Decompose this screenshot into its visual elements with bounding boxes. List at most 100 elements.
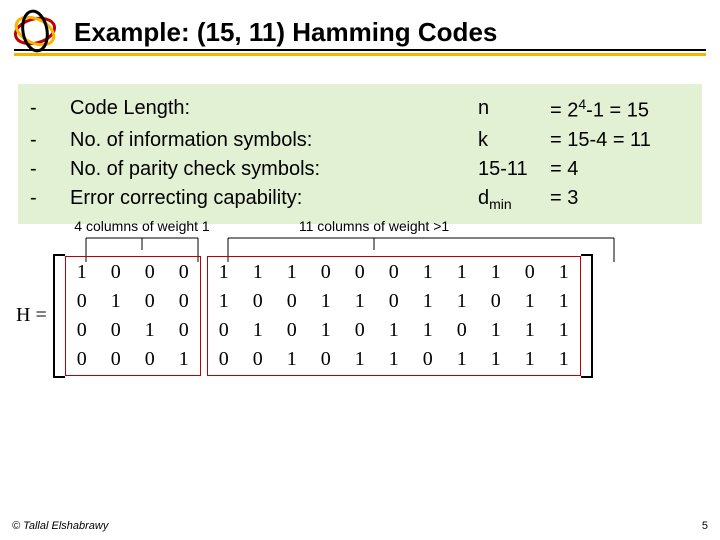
dash: - xyxy=(30,126,70,155)
matrix-cell: 0 xyxy=(287,290,297,313)
matrix-cell: 1 xyxy=(525,319,535,342)
matrix-cell: 1 xyxy=(457,290,467,313)
info-label: No. of parity check symbols: xyxy=(70,155,478,184)
matrix-cell: 0 xyxy=(389,261,399,284)
dash: - xyxy=(30,184,70,214)
matrix-cell: 1 xyxy=(491,261,501,284)
bracket-left-icon xyxy=(53,254,65,378)
matrix-cell: 1 xyxy=(559,348,569,371)
matrix-cell: 0 xyxy=(253,290,263,313)
matrix-column: 1110 xyxy=(414,261,442,371)
matrix-cell: 0 xyxy=(145,348,155,371)
info-label: Error correcting capability: xyxy=(70,184,478,214)
slide: Example: (15, 11) Hamming Codes - Code L… xyxy=(0,0,720,540)
matrix-column: 1 0 0 1 xyxy=(278,261,306,371)
matrix-cell: 0 xyxy=(219,348,229,371)
info-symbol: k xyxy=(478,126,550,155)
slide-title: Example: (15, 11) Hamming Codes xyxy=(74,17,497,48)
info-symbol: 15-11 xyxy=(478,155,550,184)
matrix-group-parity: 1100101010010110010100111110110110110111… xyxy=(207,256,581,376)
matrix-cell: 1 xyxy=(559,261,569,284)
matrix-cell: 1 xyxy=(389,319,399,342)
matrix-cell: 1 xyxy=(355,290,365,313)
info-value: = 4 xyxy=(550,155,690,184)
matrix-cell: 0 xyxy=(219,319,229,342)
info-value: = 15-4 = 11 xyxy=(550,126,690,155)
matrix-cell: 1 xyxy=(77,261,87,284)
matrix-cell: 1 xyxy=(491,319,501,342)
matrix-cell: 1 xyxy=(559,290,569,313)
matrix-cell: 1 xyxy=(389,348,399,371)
info-symbol: dmin xyxy=(478,184,550,214)
matrix-cell: 0 xyxy=(491,290,501,313)
matrix-column: 1 0 1 1 xyxy=(482,261,510,371)
matrix-column: 0 0 1 1 xyxy=(380,261,408,371)
matrix-cell: 1 xyxy=(287,261,297,284)
bracket-right-icon xyxy=(581,254,593,378)
matrix-cell: 1 xyxy=(253,319,263,342)
matrix-cell: 0 xyxy=(179,319,189,342)
info-value: = 24-1 = 15 xyxy=(550,94,690,126)
matrix-cell: 0 xyxy=(145,290,155,313)
matrix-cell: 1 xyxy=(355,348,365,371)
matrix-cell: 0 xyxy=(457,319,467,342)
matrix-cell: 0 xyxy=(253,348,263,371)
matrix-cell: 0 xyxy=(111,261,121,284)
info-row: - Error correcting capability: dmin = 3 xyxy=(30,184,690,214)
matrix-cell: 1 xyxy=(423,261,433,284)
matrix-area: 4 columns of weight 1 11 columns of weig… xyxy=(14,224,706,424)
matrix-cell: 0 xyxy=(321,348,331,371)
dash: - xyxy=(30,94,70,126)
matrix-column: 0 1 0 1 xyxy=(346,261,374,371)
matrix-group-identity: 1000010000100001 xyxy=(65,256,201,376)
info-row: - No. of parity check symbols: 15-11 = 4 xyxy=(30,155,690,184)
matrix-label: H = xyxy=(14,304,53,327)
info-symbol: n xyxy=(478,94,550,126)
matrix-cell: 1 xyxy=(457,348,467,371)
matrix-cell: 1 xyxy=(253,261,263,284)
matrix-cell: 1 xyxy=(145,319,155,342)
matrix: H = 1000010000100001 1100101010010110010… xyxy=(14,254,593,378)
matrix-column: 0 0 0 1 xyxy=(170,261,198,371)
info-label: Code Length: xyxy=(70,94,478,126)
matrix-cell: 1 xyxy=(111,290,121,313)
slide-header: Example: (15, 11) Hamming Codes xyxy=(0,0,720,56)
matrix-column: 0 0 1 0 xyxy=(136,261,164,371)
matrix-cell: 1 xyxy=(457,261,467,284)
matrix-cell: 0 xyxy=(355,261,365,284)
header-divider xyxy=(14,49,706,56)
matrix-cell: 0 xyxy=(179,261,189,284)
matrix-cell: 0 xyxy=(355,319,365,342)
matrix-cell: 0 xyxy=(145,261,155,284)
matrix-cell: 1 xyxy=(491,348,501,371)
matrix-cell: 1 xyxy=(525,290,535,313)
matrix-column: 0 1 0 0 xyxy=(102,261,130,371)
matrix-column: 1000 xyxy=(68,261,96,371)
matrix-cell: 0 xyxy=(321,261,331,284)
matrix-column: 1 0 1 0 xyxy=(244,261,272,371)
logo-icon xyxy=(8,9,62,53)
matrix-cell: 1 xyxy=(525,348,535,371)
matrix-cell: 1 xyxy=(219,261,229,284)
matrix-cell: 0 xyxy=(389,290,399,313)
matrix-cell: 0 xyxy=(525,261,535,284)
matrix-cell: 0 xyxy=(111,319,121,342)
matrix-cell: 1 xyxy=(423,319,433,342)
matrix-cell: 1 xyxy=(559,319,569,342)
matrix-cell: 1 xyxy=(321,319,331,342)
matrix-cell: 1 xyxy=(423,290,433,313)
matrix-cell: 1 xyxy=(321,290,331,313)
matrix-cell: 1 xyxy=(179,348,189,371)
matrix-column: 1 1 0 1 xyxy=(448,261,476,371)
matrix-column: 0 1 1 0 xyxy=(312,261,340,371)
matrix-cell: 1 xyxy=(287,348,297,371)
matrix-cell: 0 xyxy=(77,319,87,342)
matrix-cell: 0 xyxy=(287,319,297,342)
matrix-cell: 0 xyxy=(77,348,87,371)
matrix-column: 0 1 1 1 xyxy=(516,261,544,371)
info-value: = 3 xyxy=(550,184,690,214)
matrix-column: 1 1 1 1 xyxy=(550,261,578,371)
matrix-cell: 0 xyxy=(111,348,121,371)
matrix-cell: 0 xyxy=(179,290,189,313)
copyright: © Tallal Elshabrawy xyxy=(12,520,108,532)
